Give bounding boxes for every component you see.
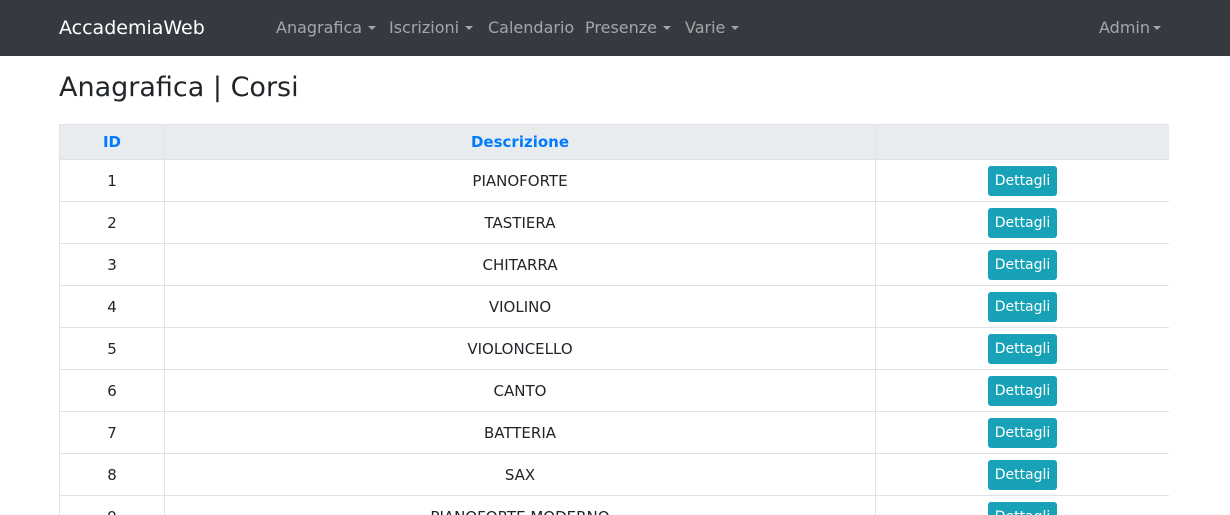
cell-actions: Dettagli — [875, 159, 1169, 202]
dettagli-button[interactable]: Dettagli — [987, 417, 1058, 448]
table-row: 5 VIOLONCELLO Dettagli — [59, 327, 1169, 370]
cell-id: 5 — [59, 327, 165, 370]
table-row: 2 TASTIERA Dettagli — [59, 201, 1169, 244]
cell-id: 8 — [59, 453, 165, 496]
nav-dropdown-iscrizioni[interactable]: Iscrizioni — [389, 17, 474, 39]
cell-id: 2 — [59, 201, 165, 244]
dettagli-button[interactable]: Dettagli — [987, 501, 1058, 515]
cell-actions: Dettagli — [875, 327, 1169, 370]
cell-actions: Dettagli — [875, 411, 1169, 454]
nav-dropdown-presenze[interactable]: Presenze — [585, 17, 671, 39]
cell-actions: Dettagli — [875, 369, 1169, 412]
cell-actions: Dettagli — [875, 201, 1169, 244]
cell-descrizione: PIANOFORTE MODERNO — [164, 495, 876, 515]
table-row: 4 VIOLINO Dettagli — [59, 285, 1169, 328]
cell-id: 7 — [59, 411, 165, 454]
dettagli-button[interactable]: Dettagli — [987, 291, 1058, 322]
dettagli-button[interactable]: Dettagli — [987, 165, 1058, 196]
table-row: 6 CANTO Dettagli — [59, 369, 1169, 412]
table-row: 7 BATTERIA Dettagli — [59, 411, 1169, 454]
corsi-table-container: ID Descrizione 1 PIANOFORTE Dettagli 2 T… — [59, 124, 1169, 515]
cell-actions: Dettagli — [875, 453, 1169, 496]
nav-calendario-label: Calendario — [488, 18, 575, 37]
nav-varie-label: Varie — [685, 18, 726, 37]
user-menu-admin[interactable]: Admin — [1099, 17, 1161, 39]
column-header-descrizione[interactable]: Descrizione — [164, 124, 876, 160]
cell-id: 4 — [59, 285, 165, 328]
table-row: 8 SAX Dettagli — [59, 453, 1169, 496]
column-header-actions — [875, 124, 1169, 160]
user-menu-label: Admin — [1099, 18, 1150, 37]
page-title: Anagrafica | Corsi — [59, 72, 299, 103]
dettagli-button[interactable]: Dettagli — [987, 249, 1058, 280]
dettagli-button[interactable]: Dettagli — [987, 375, 1058, 406]
table-row: 9 PIANOFORTE MODERNO Dettagli — [59, 495, 1169, 515]
column-header-id[interactable]: ID — [59, 124, 165, 160]
cell-descrizione: CANTO — [164, 369, 876, 412]
cell-id: 1 — [59, 159, 165, 202]
cell-actions: Dettagli — [875, 285, 1169, 328]
dettagli-button[interactable]: Dettagli — [987, 333, 1058, 364]
nav-anagrafica-label: Anagrafica — [276, 18, 363, 37]
cell-id: 3 — [59, 243, 165, 286]
nav-link-calendario[interactable]: Calendario — [488, 17, 574, 39]
dettagli-button[interactable]: Dettagli — [987, 459, 1058, 490]
cell-actions: Dettagli — [875, 243, 1169, 286]
nav-iscrizioni-label: Iscrizioni — [389, 18, 460, 37]
cell-descrizione: VIOLONCELLO — [164, 327, 876, 370]
cell-descrizione: PIANOFORTE — [164, 159, 876, 202]
nav-dropdown-varie[interactable]: Varie — [685, 17, 740, 39]
cell-descrizione: VIOLINO — [164, 285, 876, 328]
caret-down-icon — [731, 26, 740, 30]
cell-descrizione: SAX — [164, 453, 876, 496]
nav-dropdown-anagrafica[interactable]: Anagrafica — [276, 17, 377, 39]
cell-id: 9 — [59, 495, 165, 515]
caret-down-icon — [1153, 26, 1161, 30]
brand-logo-text[interactable]: AccademiaWeb — [59, 15, 205, 41]
cell-id: 6 — [59, 369, 165, 412]
corsi-table: ID Descrizione 1 PIANOFORTE Dettagli 2 T… — [59, 124, 1169, 515]
table-row: 1 PIANOFORTE Dettagli — [59, 159, 1169, 202]
cell-descrizione: TASTIERA — [164, 201, 876, 244]
cell-descrizione: BATTERIA — [164, 411, 876, 454]
caret-down-icon — [663, 26, 671, 30]
dettagli-button[interactable]: Dettagli — [987, 207, 1058, 238]
caret-down-icon — [368, 26, 377, 30]
table-row: 3 CHITARRA Dettagli — [59, 243, 1169, 286]
cell-actions: Dettagli — [875, 495, 1169, 515]
top-navbar: AccademiaWeb Anagrafica Iscrizioni Calen… — [0, 0, 1230, 56]
caret-down-icon — [465, 26, 474, 30]
nav-presenze-label: Presenze — [585, 18, 657, 37]
table-header-row: ID Descrizione — [59, 124, 1169, 160]
cell-descrizione: CHITARRA — [164, 243, 876, 286]
